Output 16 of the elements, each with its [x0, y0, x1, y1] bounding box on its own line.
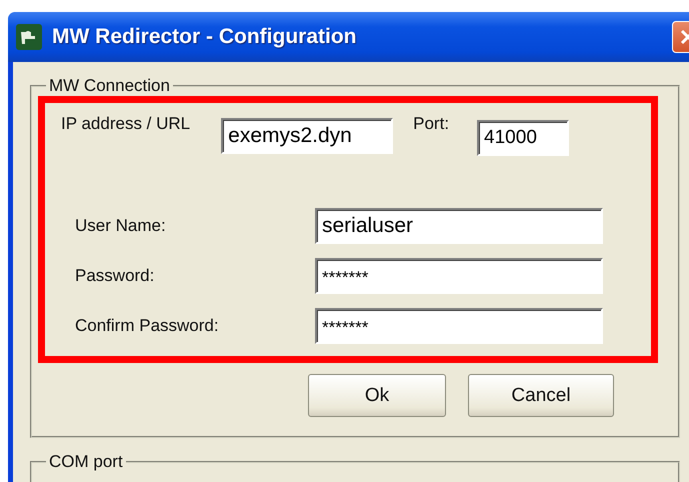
app-icon — [16, 24, 42, 50]
field-label: IP address / URL — [61, 114, 190, 134]
window-title: MW Redirector - Configuration — [52, 25, 356, 49]
password-field[interactable]: ******* — [315, 308, 603, 344]
ip-address-field[interactable]: exemys2.dyn — [221, 118, 394, 154]
cancel-button[interactable]: Cancel — [468, 374, 614, 417]
field-label: Password: — [75, 266, 156, 286]
group-title: MW Connection — [48, 76, 171, 96]
field-label: Confirm Password: — [75, 316, 220, 336]
group-title: COM port — [48, 452, 124, 472]
port-field[interactable]: 41000 — [477, 120, 570, 156]
ok-button[interactable]: Ok — [308, 374, 446, 417]
field-label: User Name: — [75, 216, 167, 236]
field-label: Port: — [413, 114, 450, 134]
input-field[interactable]: serialuser — [315, 208, 603, 244]
password-field[interactable]: ******* — [315, 258, 603, 294]
